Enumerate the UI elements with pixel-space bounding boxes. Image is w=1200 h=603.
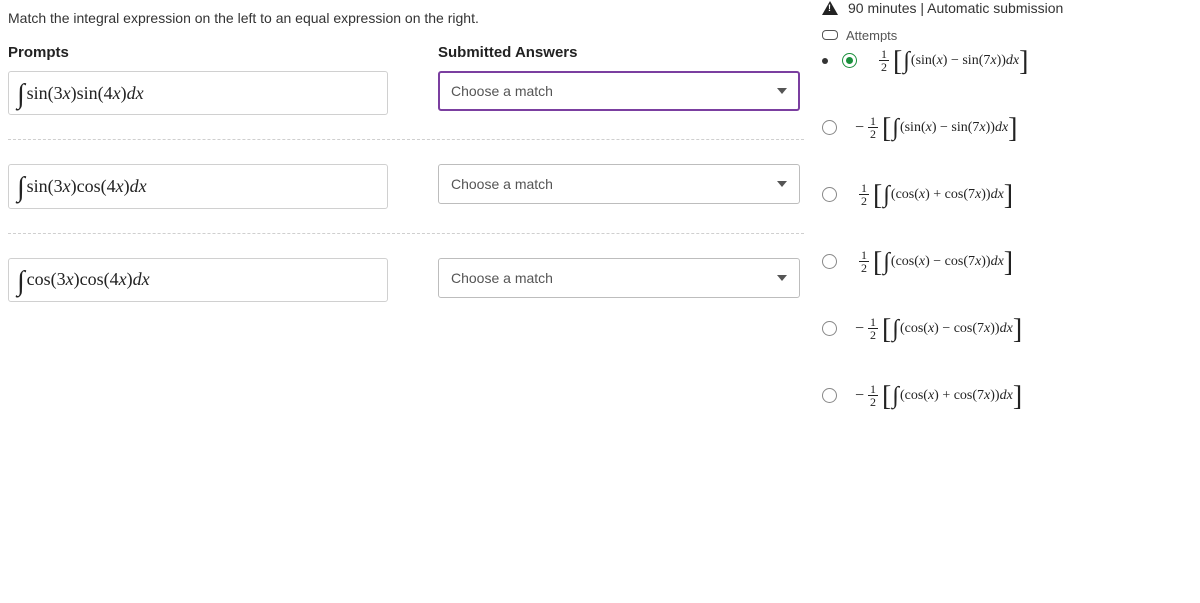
option-3: 12 [∫(cos(x) + cos(7x))dx] — [822, 182, 1190, 207]
prompt-1: ∫sin(3x)sin(4x)dx — [8, 71, 388, 115]
chevron-down-icon — [777, 181, 787, 187]
integral-icon: ∫ — [17, 271, 25, 293]
prompt-expression: sin(3x)cos(4x)dx — [27, 176, 147, 197]
prompts-header: Prompts — [8, 44, 438, 61]
option-1: 12 [∫(sin(x) − sin(7x))dx] — [822, 48, 1190, 73]
option-radio-2[interactable] — [822, 120, 837, 135]
answer-placeholder: Choose a match — [451, 270, 553, 286]
option-6: − 12 [∫(cos(x) + cos(7x))dx] — [822, 383, 1190, 408]
option-expression: 12 [∫(cos(x) + cos(7x))dx] — [855, 182, 1013, 207]
option-expression: 12 [∫(sin(x) − sin(7x))dx] — [875, 48, 1028, 73]
option-2: − 12 [∫(sin(x) − sin(7x))dx] — [822, 115, 1190, 140]
options-list: 12 [∫(sin(x) − sin(7x))dx] − 12 [∫(sin(x… — [822, 48, 1190, 408]
option-radio-6[interactable] — [822, 388, 837, 403]
prompt-2: ∫sin(3x)cos(4x)dx — [8, 164, 388, 208]
prompt-expression: cos(3x)cos(4x)dx — [27, 269, 150, 290]
answer-select-1[interactable]: Choose a match — [438, 71, 800, 111]
answer-select-2[interactable]: Choose a match — [438, 164, 800, 204]
option-expression: − 12 [∫(sin(x) − sin(7x))dx] — [855, 115, 1017, 140]
answers-header: Submitted Answers — [438, 44, 804, 61]
answer-placeholder: Choose a match — [451, 176, 553, 192]
option-radio-5[interactable] — [822, 321, 837, 336]
row-separator — [8, 139, 804, 140]
option-expression: − 12 [∫(cos(x) − cos(7x))dx] — [855, 316, 1022, 341]
warning-icon — [822, 1, 838, 15]
attempts-icon — [822, 30, 838, 40]
option-radio-1[interactable] — [842, 53, 857, 68]
option-4: 12 [∫(cos(x) − cos(7x))dx] — [822, 249, 1190, 274]
option-5: − 12 [∫(cos(x) − cos(7x))dx] — [822, 316, 1190, 341]
integral-icon: ∫ — [17, 84, 25, 106]
instruction-text: Match the integral expression on the lef… — [8, 10, 804, 26]
option-radio-3[interactable] — [822, 187, 837, 202]
answer-select-3[interactable]: Choose a match — [438, 258, 800, 298]
bullet-icon — [822, 58, 828, 64]
row-separator — [8, 233, 804, 234]
prompt-3: ∫cos(3x)cos(4x)dx — [8, 258, 388, 302]
option-expression: 12 [∫(cos(x) − cos(7x))dx] — [855, 249, 1013, 274]
answer-placeholder: Choose a match — [451, 83, 553, 99]
chevron-down-icon — [777, 88, 787, 94]
integral-icon: ∫ — [17, 177, 25, 199]
prompt-expression: sin(3x)sin(4x)dx — [27, 83, 144, 104]
timer-text: 90 minutes | Automatic submission — [848, 0, 1063, 16]
chevron-down-icon — [777, 275, 787, 281]
option-expression: − 12 [∫(cos(x) + cos(7x))dx] — [855, 383, 1022, 408]
option-radio-4[interactable] — [822, 254, 837, 269]
attempts-label: Attempts — [846, 28, 897, 42]
